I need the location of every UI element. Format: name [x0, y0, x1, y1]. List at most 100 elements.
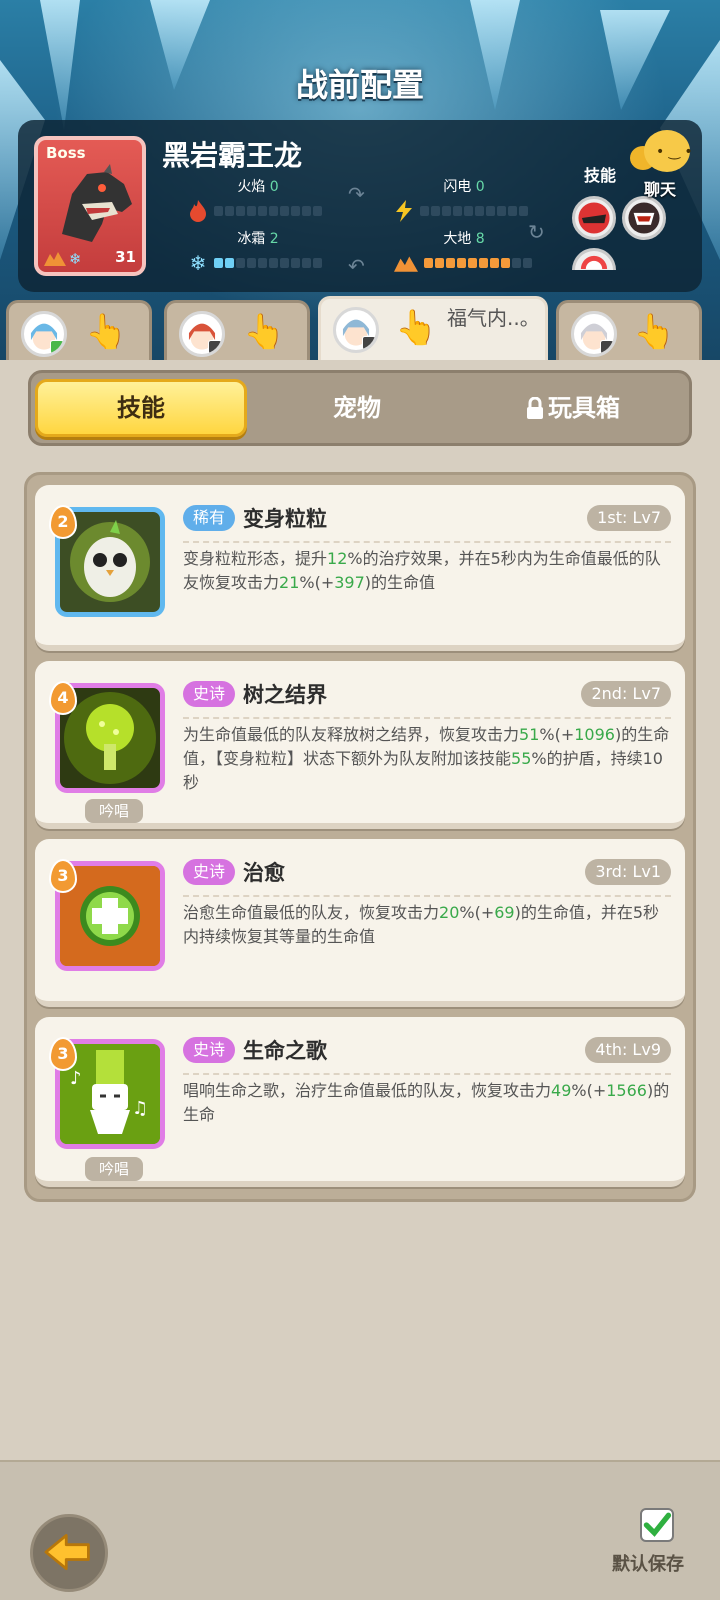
stat-fire-value: 0: [269, 179, 279, 195]
stat-segment: [214, 258, 223, 268]
stat-segment: [280, 206, 289, 216]
fire-bar: [214, 206, 322, 216]
hero-tab-3[interactable]: 👆 福气内..。: [318, 296, 548, 360]
hero-avatar: [179, 311, 225, 357]
pointing-hand-icon: 👆: [633, 312, 676, 352]
boss-skill-roar-icon[interactable]: [622, 196, 666, 240]
stat-segment: [302, 258, 311, 268]
fire-icon: [190, 200, 206, 222]
stat-segment: [468, 258, 477, 268]
tab-skills-label: 技能: [117, 394, 165, 422]
rarity-badge: 史诗: [183, 681, 236, 707]
category-tabbar: 技能 宠物 玩具箱: [28, 370, 692, 446]
stat-segment: [280, 258, 289, 268]
stat-segment: [490, 258, 499, 268]
stat-segment: [269, 206, 278, 216]
cycle-arrow-icon: ↻: [528, 220, 545, 244]
tab-pets-label: 宠物: [333, 394, 381, 422]
tab-toybox[interactable]: 玩具箱: [467, 379, 679, 437]
stat-segment: [247, 206, 256, 216]
stat-segment: [236, 206, 245, 216]
skill-card[interactable]: ♪ ♫ 3 吟唱 史诗 生命之歌 4th: Lv9 唱响生命之歌，治疗生命值最低的…: [35, 1017, 685, 1187]
skill-name: 树之结界: [243, 683, 327, 707]
stat-frost-label: 冰霜: [237, 231, 266, 247]
skill-name: 生命之歌: [243, 1039, 327, 1063]
stat-segment: [501, 258, 510, 268]
stat-segment: [269, 258, 278, 268]
stat-segment: [519, 206, 528, 216]
skill-description: 治愈生命值最低的队友，恢复攻击力20%(+69)的生命值，并在5秒内持续恢复其等…: [183, 903, 660, 946]
skill-description: 为生命值最低的队友释放树之结界，恢复攻击力51%(+1096)的生命值，【变身粒…: [183, 725, 670, 792]
stat-segment: [247, 258, 256, 268]
stat-segment: [313, 258, 322, 268]
tab-pets[interactable]: 宠物: [251, 379, 463, 437]
boss-portrait[interactable]: Boss ❄ 31: [34, 136, 146, 276]
skill-card[interactable]: 4 吟唱 史诗 树之结界 2nd: Lv7 为生命值最低的队友释放树之结界，恢复…: [35, 661, 685, 829]
skill-slot-level: 4th: Lv9: [585, 1037, 671, 1063]
bottom-bar: 默认保存: [0, 1460, 720, 1600]
tab-toybox-label: 玩具箱: [548, 394, 620, 422]
lock-icon: [527, 397, 543, 419]
stat-segment: [431, 206, 440, 216]
stat-segment: [420, 206, 429, 216]
boss-info-panel: Boss ❄ 31 黑岩霸王龙 火焰 0 闪电 0 冰霜 2 ❄ 大地 8 ↷ …: [18, 120, 702, 292]
stat-frost: 冰霜 2 ❄: [188, 228, 322, 274]
skill-slot-level: 3rd: Lv1: [585, 859, 671, 885]
cycle-arrow-icon: ↶: [348, 254, 365, 278]
stat-segment: [291, 206, 300, 216]
hero-name: 福气内..。: [447, 306, 540, 330]
pointing-hand-icon: 👆: [395, 308, 438, 348]
default-save-label: 默认保存: [612, 1554, 684, 1575]
skill-description: 变身粒粒形态，提升12%的治疗效果，并在5秒内为生命值最低的队友恢复攻击力21%…: [183, 549, 661, 592]
stat-segment: [446, 258, 455, 268]
default-save-button[interactable]: 默认保存: [612, 1502, 704, 1582]
boss-skill-third-icon[interactable]: [572, 248, 616, 270]
frost-icon: ❄: [69, 250, 82, 266]
stat-segment: [291, 258, 300, 268]
rarity-badge: 稀有: [183, 505, 236, 531]
stat-segment: [313, 206, 322, 216]
hero-tab-1[interactable]: 👆: [6, 300, 152, 360]
cost-badge: 3: [49, 1037, 77, 1071]
stat-segment: [214, 206, 223, 216]
skill-name: 治愈: [243, 861, 285, 885]
stat-lightning-value: 0: [475, 179, 485, 195]
skill-card[interactable]: 3 史诗 治愈 3rd: Lv1 治愈生命值最低的队友，恢复攻击力20%(+69…: [35, 839, 685, 1007]
stat-segment: [479, 258, 488, 268]
skill-card[interactable]: 2 稀有 变身粒粒 1st: Lv7 变身粒粒形态，提升12%的治疗效果，并在5…: [35, 485, 685, 651]
hero-tab-2[interactable]: 👆: [164, 300, 310, 360]
pointing-hand-icon: 👆: [85, 312, 128, 352]
earth-icon: [44, 252, 66, 266]
svg-text:❄: ❄: [69, 250, 82, 266]
stat-segment: [523, 258, 532, 268]
stat-segment: [508, 206, 517, 216]
skill-list: 2 稀有 变身粒粒 1st: Lv7 变身粒粒形态，提升12%的治疗效果，并在5…: [24, 472, 696, 1202]
skill-name: 变身粒粒: [243, 507, 327, 531]
boss-element-icons: ❄: [44, 250, 84, 266]
checkmark-icon: [643, 1512, 672, 1537]
skill-slot-level: 1st: Lv7: [587, 505, 671, 531]
chant-badge: 吟唱: [85, 1157, 143, 1181]
pointing-hand-icon: 👆: [243, 312, 286, 352]
stat-lightning: 闪电 0: [394, 176, 528, 222]
cost-badge: 3: [49, 859, 77, 893]
earth-icon: [394, 256, 418, 272]
stat-segment: [258, 258, 267, 268]
back-button[interactable]: [30, 1514, 108, 1592]
stat-segment: [475, 206, 484, 216]
tab-skills[interactable]: 技能: [35, 379, 247, 437]
cost-badge: 4: [49, 681, 77, 715]
boss-skill-bite-icon[interactable]: [572, 196, 616, 240]
stat-segment: [424, 258, 433, 268]
stat-segment: [457, 258, 466, 268]
stat-segment: [236, 258, 245, 268]
chat-button[interactable]: • ‿ • 聊天: [630, 130, 710, 200]
boss-name: 黑岩霸王龙: [162, 139, 303, 172]
stat-frost-value: 2: [269, 231, 279, 247]
frost-bar: [214, 258, 322, 268]
checkbox[interactable]: [640, 1508, 674, 1542]
hero-tab-4[interactable]: 👆: [556, 300, 702, 360]
stat-fire: 火焰 0: [188, 176, 322, 222]
stat-earth-value: 8: [475, 231, 485, 247]
main-panel: 技能 宠物 玩具箱 2 稀有 变身粒粒 1st: Lv7 变身粒粒形态，提升12…: [0, 360, 720, 1460]
